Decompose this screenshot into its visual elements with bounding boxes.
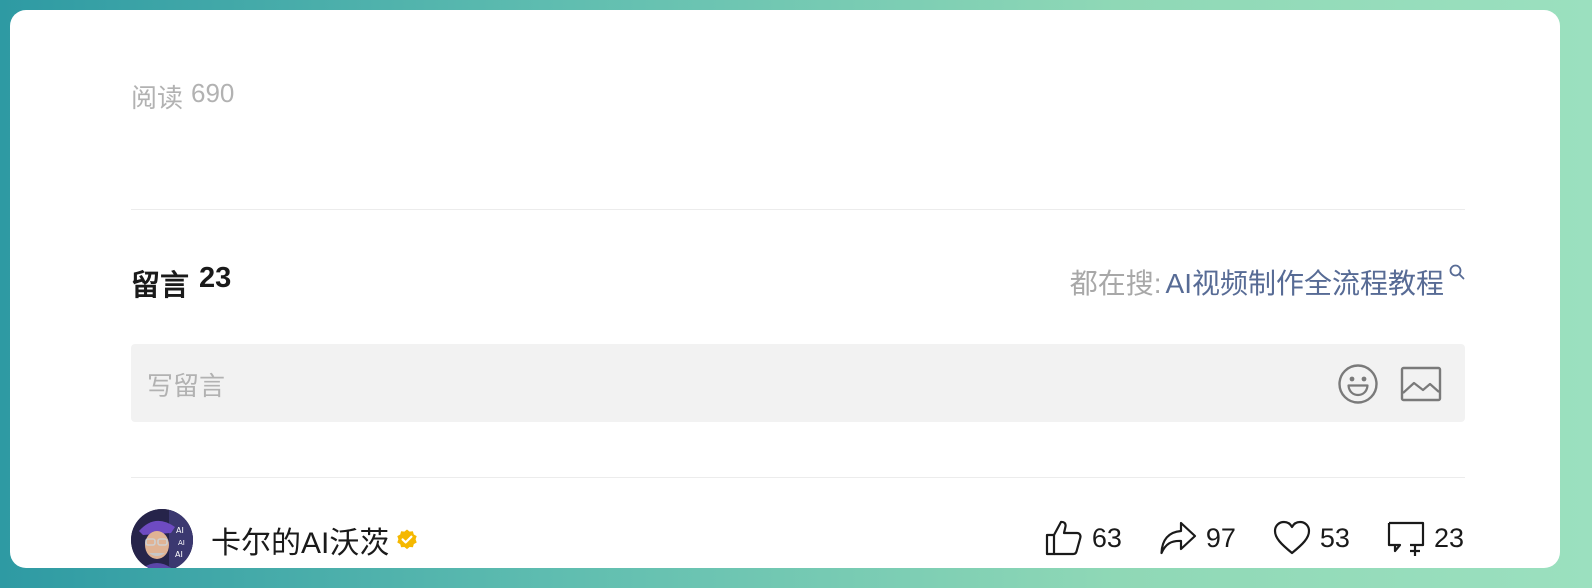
like-count: 63 [1091, 522, 1122, 553]
favorite-button[interactable]: 53 [1272, 518, 1350, 558]
verified-badge-icon [395, 528, 419, 552]
heart-icon [1273, 520, 1311, 555]
comment-add-icon [1387, 521, 1425, 556]
comments-heading: 留言 23 [131, 262, 231, 304]
share-arrow-icon [1160, 521, 1196, 555]
read-count: 阅读 690 [131, 78, 234, 115]
search-prefix: 都在搜: [1069, 268, 1162, 299]
comments-count: 23 [199, 262, 232, 294]
svg-text:AI: AI [175, 550, 183, 559]
image-icon[interactable] [1399, 364, 1443, 404]
svg-text:AI: AI [178, 539, 185, 547]
divider [131, 209, 1465, 210]
search-icon[interactable] [1448, 256, 1466, 288]
search-term-link[interactable]: AI视频制作全流程教程 [1166, 262, 1444, 302]
svg-text:AI: AI [176, 526, 184, 535]
search-suggestion[interactable]: 都在搜: AI视频制作全流程教程 [1070, 262, 1466, 302]
action-bar: 63 97 53 23 [1044, 518, 1464, 558]
author-info: AI AI AI 卡尔的AI沃茨 [131, 509, 419, 568]
like-button[interactable]: 63 [1044, 518, 1122, 558]
avatar[interactable]: AI AI AI [131, 509, 193, 568]
thumbs-up-icon [1045, 520, 1082, 556]
comment-input[interactable]: 写留言 [131, 344, 1465, 422]
article-footer-card: 阅读 690 留言 23 都在搜: AI视频制作全流程教程 写留言 AI AI … [10, 10, 1560, 568]
emoji-icon[interactable] [1337, 363, 1379, 405]
read-count-value: 690 [191, 78, 235, 108]
favorite-count: 53 [1319, 522, 1350, 553]
divider [131, 477, 1465, 478]
share-count: 97 [1205, 522, 1236, 553]
comments-title-label: 留言 [131, 270, 190, 302]
share-button[interactable]: 97 [1158, 518, 1236, 558]
read-label: 阅读 [131, 83, 184, 113]
author-name[interactable]: 卡尔的AI沃茨 [211, 518, 389, 562]
comment-input-placeholder: 写留言 [147, 371, 226, 401]
comment-count: 23 [1433, 522, 1464, 553]
comment-button[interactable]: 23 [1386, 518, 1464, 558]
